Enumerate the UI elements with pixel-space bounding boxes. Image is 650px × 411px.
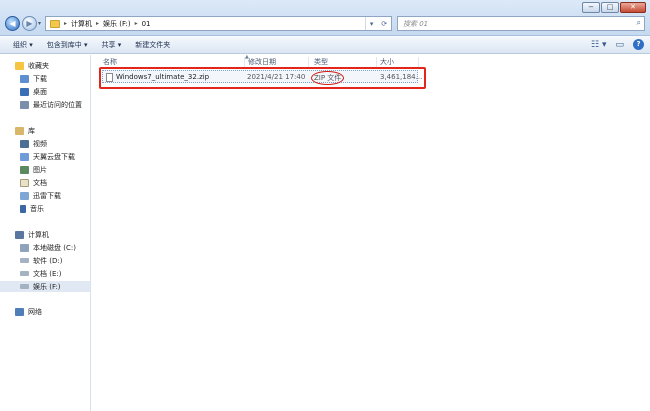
search-icon[interactable]: ⌕ [637,18,641,28]
drive-icon [20,271,29,276]
drive-icon [20,258,29,263]
sidebar-label: 最近访问的位置 [33,100,82,109]
pictures-icon [20,165,29,174]
sidebar-item-xunlei-downloads[interactable]: 迅雷下载 [0,190,90,201]
include-in-library-menu[interactable]: 包含到库中 ▾ [47,40,88,50]
sidebar-item-documents[interactable]: 文档 [0,177,90,188]
recent-places-icon [20,100,29,109]
new-folder-button[interactable]: 新建文件夹 [135,40,170,50]
cloud-folder-icon [20,152,29,161]
video-icon [20,139,29,148]
sidebar-label: 库 [28,126,35,135]
sidebar-label: 图片 [33,165,47,174]
window-controls: − □ ✕ [582,2,646,13]
sidebar-label: 文档 [33,178,47,187]
search-box[interactable]: 搜索 01 ⌕ [397,16,645,31]
sidebar-item-videos[interactable]: 视频 [0,138,90,149]
breadcrumb-drive-f[interactable]: 娱乐 (F:) [103,19,131,29]
breadcrumb-computer[interactable]: 计算机 [71,19,92,29]
annotation-highlight-oval [311,71,344,85]
maximize-button[interactable]: □ [601,2,619,13]
search-input[interactable]: 搜索 01 [403,19,428,29]
forward-button[interactable]: ▶ [22,16,37,31]
star-icon [15,61,24,70]
sidebar-label: 收藏夹 [28,61,49,70]
sidebar-item-pictures[interactable]: 图片 [0,164,90,175]
address-controls: ▾ ⟳ [365,17,391,30]
sidebar-item-drive-c[interactable]: 本地磁盘 (C:) [0,242,90,253]
sidebar-item-recent-places[interactable]: 最近访问的位置 [0,99,90,110]
sidebar-computer[interactable]: 计算机 [0,229,90,240]
documents-icon [20,178,29,187]
sidebar-label: 文档 (E:) [33,269,62,278]
address-bar[interactable]: ▸ 计算机 ▸ 娱乐 (F:) ▸ 01 ▾ ⟳ [45,16,392,31]
folder-icon [50,19,60,28]
minimize-button[interactable]: − [582,2,600,13]
sidebar-label: 网络 [28,307,42,316]
command-bar: 组织 ▾ 包含到库中 ▾ 共享 ▾ 新建文件夹 ☷ ▾ ▭ ? [0,36,650,54]
title-bar: ◀ ▶ ▾ ▸ 计算机 ▸ 娱乐 (F:) ▸ 01 ▾ ⟳ 搜索 01 ⌕ −… [0,0,650,36]
sidebar-item-downloads[interactable]: 下载 [0,73,90,84]
share-menu[interactable]: 共享 ▾ [102,40,122,50]
sidebar-libraries[interactable]: 库 [0,125,90,136]
music-icon [20,204,26,213]
chevron-right-icon[interactable]: ▸ [135,20,138,27]
sidebar-label: 娱乐 (F:) [33,282,61,291]
back-button[interactable]: ◀ [5,16,20,31]
drive-icon [20,243,29,252]
sidebar-label: 下载 [33,74,47,83]
sidebar-label: 本地磁盘 (C:) [33,243,76,252]
preview-pane-icon[interactable]: ▭ [615,40,624,50]
chevron-right-icon[interactable]: ▸ [64,20,67,27]
sidebar-item-drive-e[interactable]: 文档 (E:) [0,268,90,279]
history-dropdown-icon[interactable]: ▾ [38,20,41,27]
sidebar-item-drive-d[interactable]: 软件 (D:) [0,255,90,266]
chevron-right-icon[interactable]: ▸ [96,20,99,27]
annotation-highlight-box [99,67,426,89]
sidebar-item-music[interactable]: 音乐 [0,203,90,214]
address-dropdown-icon[interactable]: ▾ [370,20,374,28]
toolbar-right: ☷ ▾ ▭ ? [591,39,644,50]
sidebar-label: 软件 (D:) [33,256,63,265]
sidebar-network[interactable]: 网络 [0,306,90,317]
desktop-icon [20,87,29,96]
library-icon [15,126,24,135]
sidebar-label: 桌面 [33,87,47,96]
refresh-icon[interactable]: ⟳ [381,20,387,28]
network-icon [15,307,24,316]
drive-icon [20,284,29,289]
file-list: ▲ 名称 修改日期 类型 大小 Windows7_ultimate_32.zip… [92,54,650,411]
sidebar-label: 迅雷下载 [33,191,61,200]
sidebar-label: 计算机 [28,230,49,239]
forward-arrow-icon: ▶ [26,19,33,28]
organize-menu[interactable]: 组织 ▾ [13,40,33,50]
back-arrow-icon: ◀ [9,19,16,28]
view-options-icon[interactable]: ☷ ▾ [591,40,606,50]
xunlei-folder-icon [20,191,29,200]
help-icon[interactable]: ? [633,39,644,50]
close-button[interactable]: ✕ [620,2,646,13]
sidebar-item-drive-f[interactable]: 娱乐 (F:) [0,281,90,292]
breadcrumb-folder-01[interactable]: 01 [142,20,151,28]
sidebar-label: 视频 [33,139,47,148]
sidebar-label: 音乐 [30,204,44,213]
sidebar-item-cloud-downloads[interactable]: 天翼云盘下载 [0,151,90,162]
downloads-icon [20,74,29,83]
navigation-pane: 收藏夹 下载 桌面 最近访问的位置 库 视频 天翼云盘下载 图片 文档 迅雷下载… [0,55,91,411]
sidebar-favorites[interactable]: 收藏夹 [0,60,90,71]
computer-icon [15,230,24,239]
sidebar-item-desktop[interactable]: 桌面 [0,86,90,97]
sidebar-label: 天翼云盘下载 [33,152,75,161]
